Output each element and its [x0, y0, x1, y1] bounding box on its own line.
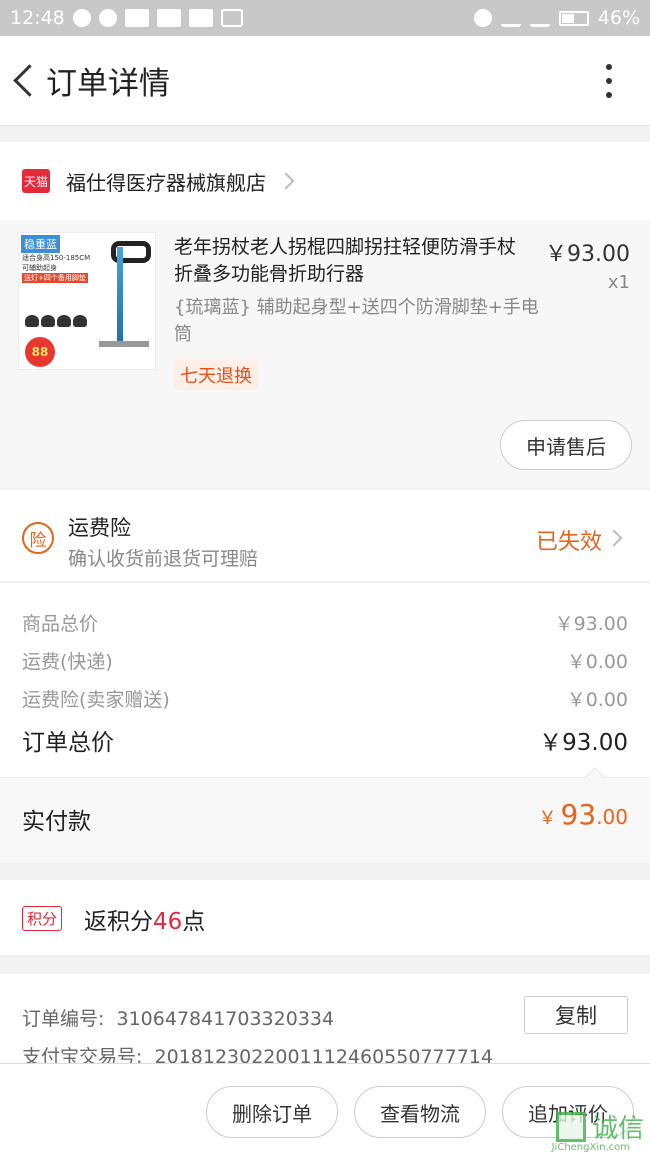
site-watermark: 诚信 JiChengXin.com — [552, 1108, 644, 1153]
product-quantity: x1 — [607, 272, 630, 293]
thumbnail-gift-text: 送灯+四个备用脚垫 — [22, 273, 88, 283]
order-total-value: ￥93.00 — [539, 730, 628, 756]
view-logistics-button[interactable]: 查看物流 — [354, 1086, 486, 1138]
back-arrow-icon[interactable] — [6, 36, 46, 126]
page-title: 订单详情 — [46, 66, 170, 102]
product-name: 老年拐杖老人拐棍四脚拐拄轻便防滑手杖折叠多功能骨折助行器 — [174, 236, 517, 285]
thumbnail-feature-text: 可辅助起身 — [22, 264, 57, 272]
insurance-status: 已失效 — [535, 530, 602, 555]
mail-icon — [124, 9, 149, 27]
actual-payment-amount: ￥ 93 .00 — [539, 798, 628, 831]
tmall-icon: 天猫 — [22, 169, 50, 193]
order-total-row: 订单总价 ￥93.00 — [22, 723, 628, 757]
signal-4g-icon — [529, 9, 550, 27]
order-total-label: 订单总价 — [22, 730, 114, 756]
shipping-insurance-row[interactable]: 险 运费险 确认收货前退货可理赔 已失效 — [0, 490, 650, 582]
summary-label: 运费(快递) — [22, 651, 113, 673]
app-notification-icon — [72, 9, 91, 27]
summary-value: ￥0.00 — [566, 689, 628, 711]
points-amount: 46 — [153, 909, 183, 935]
alarm-icon — [473, 9, 492, 27]
points-icon: 积分 — [22, 906, 63, 931]
summary-row: 运费(快递) ￥0.00 — [22, 647, 628, 674]
product-price: ￥93.00 — [545, 242, 630, 267]
summary-value: ￥0.00 — [566, 651, 628, 673]
watermark-logo-icon — [555, 1111, 586, 1142]
top-navigation-bar: 订单详情 — [0, 36, 650, 126]
shop-name: 福仕得医疗器械旗舰店 — [66, 170, 266, 195]
order-number-label: 订单编号: — [22, 1008, 105, 1030]
status-time: 12:48 — [10, 7, 65, 29]
points-suffix: 点 — [182, 909, 206, 935]
hand-notification-icon — [98, 9, 117, 27]
cane-base-graphic — [99, 341, 149, 347]
chevron-right-icon — [277, 172, 295, 190]
bottom-action-bar: 删除订单 查看物流 追加评价 诚信 JiChengXin.com — [0, 1063, 650, 1155]
summary-label: 运费险(卖家赠送) — [22, 689, 170, 711]
amount-decimal: .00 — [596, 805, 628, 829]
watermark-url: JiChengXin.com — [551, 1142, 630, 1153]
points-row: 积分 返积分46点 — [0, 880, 650, 956]
battery-percent: 46% — [597, 7, 640, 29]
thumbnail-height-text: 适合身高150-185CM — [22, 254, 91, 262]
price-summary: 商品总价 ￥93.00 运费(快递) ￥0.00 运费险(卖家赠送) ￥0.00… — [0, 583, 650, 777]
summary-label: 商品总价 — [22, 613, 99, 635]
foot-pad-graphic — [73, 315, 87, 327]
cane-pole-graphic — [117, 247, 123, 347]
watermark-text: 诚信 — [591, 1114, 644, 1144]
insurance-title: 运费险 — [68, 516, 131, 540]
keyboard-icon — [220, 9, 243, 27]
actual-payment-label: 实付款 — [22, 809, 91, 835]
after-sale-button[interactable]: 申请售后 — [500, 420, 632, 470]
thumbnail-price-badge: 88 — [25, 337, 55, 367]
delete-order-button[interactable]: 删除订单 — [206, 1086, 338, 1138]
order-info: 订单编号: 310647841703320334 支付宝交易号: 2018123… — [0, 974, 650, 1070]
summary-value: ￥93.00 — [554, 613, 628, 635]
copy-button[interactable]: 复制 — [524, 996, 628, 1034]
amount-integer: 93 — [560, 798, 597, 831]
status-bar: 12:48 46% — [0, 0, 650, 36]
points-text: 返积分46点 — [84, 902, 205, 936]
currency-symbol: ￥ — [538, 808, 557, 829]
insurance-subtitle: 确认收货前退货可理赔 — [68, 548, 259, 570]
return-policy-tag: 七天退换 — [174, 360, 258, 390]
more-options-icon[interactable] — [606, 64, 614, 98]
foot-pad-graphic — [57, 315, 71, 327]
foot-pad-graphic — [25, 315, 39, 327]
chevron-right-icon — [605, 529, 623, 547]
points-prefix: 返积分 — [84, 909, 153, 935]
foot-pad-graphic — [41, 315, 55, 327]
shop-row[interactable]: 天猫 福仕得医疗器械旗舰店 — [0, 142, 650, 220]
order-number-line: 订单编号: 310647841703320334 — [22, 1004, 334, 1031]
summary-row: 运费险(卖家赠送) ￥0.00 — [22, 685, 628, 712]
thumbnail-tag: 稳重蓝 — [21, 235, 60, 253]
mail-icon-2 — [156, 9, 181, 27]
battery-icon — [558, 10, 589, 26]
summary-row: 商品总价 ￥93.00 — [22, 609, 628, 636]
mail-icon-3 — [188, 9, 213, 27]
product-sku: {琉璃蓝} 辅助起身型+送四个防滑脚垫+手电筒 — [174, 297, 539, 345]
actual-payment-row: 实付款 ￥ 93 .00 — [0, 767, 650, 863]
product-thumbnail[interactable]: 稳重蓝 适合身高150-185CM 可辅助起身 送灯+四个备用脚垫 88 — [18, 232, 156, 370]
product-item[interactable]: 稳重蓝 适合身高150-185CM 可辅助起身 送灯+四个备用脚垫 88 老年拐… — [0, 220, 650, 488]
insurance-icon: 险 — [22, 522, 54, 554]
signal-icon — [500, 9, 521, 27]
order-number: 310647841703320334 — [116, 1008, 335, 1030]
